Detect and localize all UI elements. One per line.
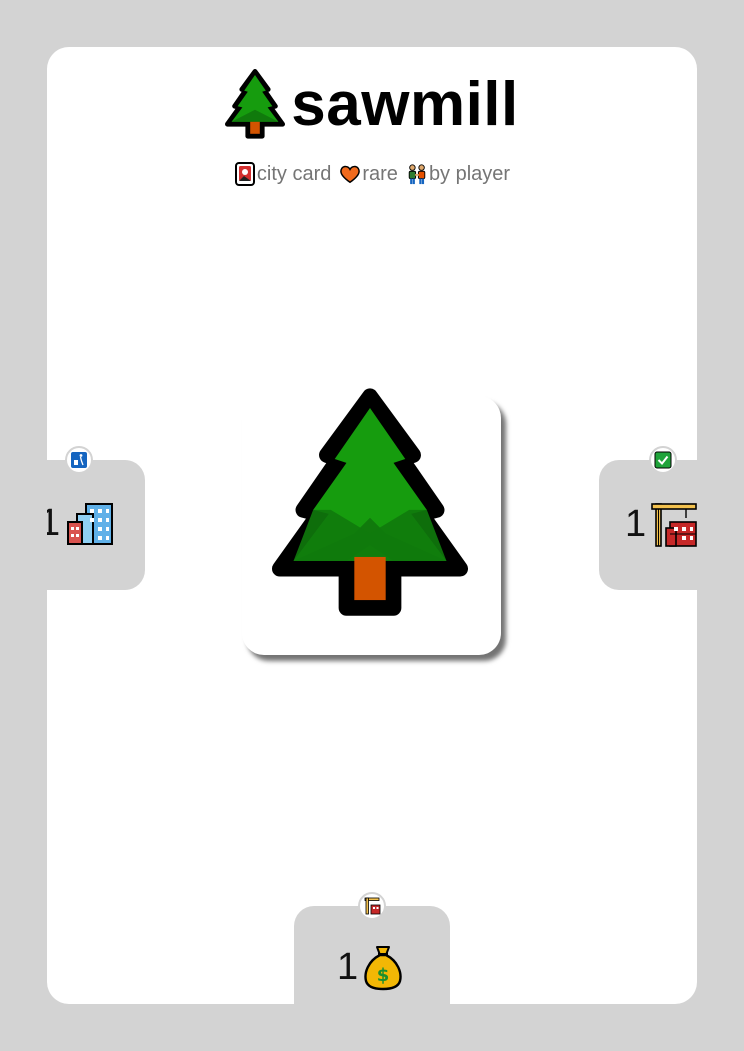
bottom-tab-badge [358, 892, 386, 920]
people-holding-hands-icon [408, 164, 426, 185]
card-meta-row: city card rare by player [47, 162, 697, 186]
money-bag-icon: $ [364, 946, 402, 991]
meta-card-type-label: city card [256, 162, 332, 185]
meta-rarity-label: rare [362, 162, 398, 185]
right-tab-value: 1 [625, 502, 647, 545]
check-box-icon [654, 451, 672, 469]
card-artwork [242, 388, 501, 655]
bottom-tab-value-row: 1 $ [337, 943, 404, 991]
svg-text:$: $ [377, 965, 390, 986]
meta-source-label: by player [428, 162, 511, 185]
bin-icon [71, 452, 87, 468]
left-tab-value-row: 1 [47, 500, 114, 546]
left-tab-badge [65, 446, 93, 474]
card-title-row: sawmill [47, 69, 697, 141]
orange-heart-icon [340, 165, 361, 184]
construction-crane-icon [364, 897, 381, 915]
meta-card-type: city card [234, 162, 331, 186]
right-tab-value-row: 1 [625, 500, 697, 548]
evergreen-tree-icon [272, 388, 468, 616]
evergreen-tree-icon [225, 69, 286, 139]
game-card: sawmill city card rare by player 1 1 1 $ [47, 47, 697, 1004]
right-tab-badge [649, 446, 677, 474]
city-buildings-icon [67, 503, 114, 545]
card-title: sawmill [291, 70, 519, 139]
construction-crane-icon [651, 503, 697, 547]
left-tab-value: 1 [47, 501, 61, 544]
card-icon [234, 162, 255, 186]
meta-rarity: rare [339, 162, 398, 186]
meta-source: by player [406, 162, 510, 186]
bottom-tab-value: 1 [337, 945, 359, 988]
